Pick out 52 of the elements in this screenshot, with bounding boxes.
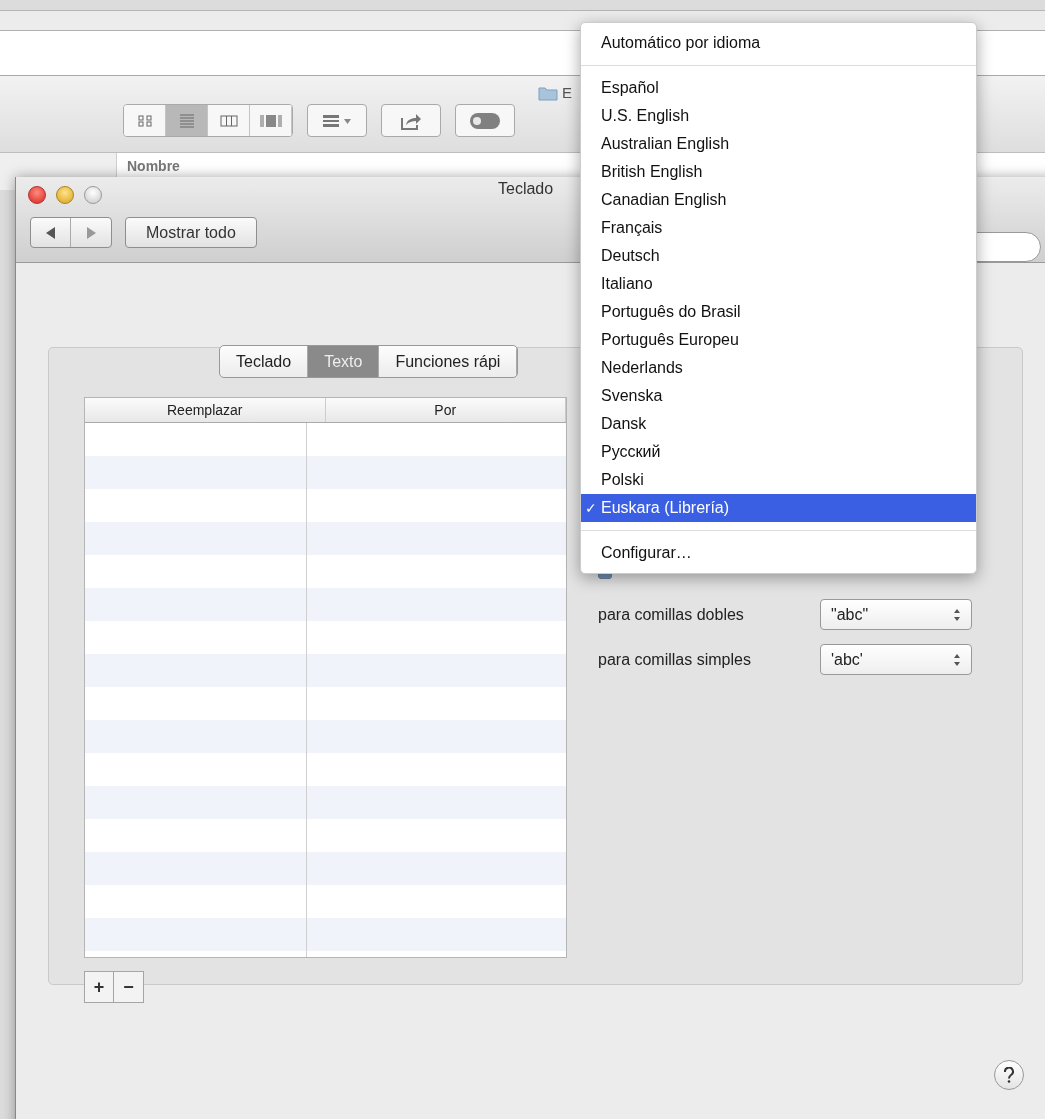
menu-item[interactable]: Português Europeu [581,326,976,354]
help-button[interactable] [994,1060,1024,1090]
quote-label: para comillas dobles [598,604,745,625]
window-title: E [562,83,572,103]
column-header[interactable]: Reemplazar [85,398,326,422]
left-arrow-icon [45,226,56,239]
arrange-icon [323,114,351,127]
share-icon [400,111,422,130]
right-arrow-icon [86,226,96,239]
share-button[interactable] [381,104,441,137]
view-mode-button[interactable] [166,105,208,136]
arrange-button[interactable] [307,104,367,137]
menu-item[interactable]: Italiano [581,270,976,298]
menu-item[interactable]: Svenska [581,382,976,410]
menu-item[interactable]: Dansk [581,410,976,438]
grid-icon [137,114,152,127]
remove-button[interactable]: − [114,972,143,1002]
menu-item[interactable]: Configurar… [581,539,976,567]
window-title: Teclado [498,179,554,199]
folder-icon [538,85,558,102]
menu-item[interactable]: British English [581,158,976,186]
minimize-icon[interactable] [56,186,74,204]
quote-popup[interactable]: "abc" [820,599,972,630]
menu-item[interactable]: Polski [581,466,976,494]
toggle-icon [470,112,500,129]
menu-item[interactable]: Nederlands [581,354,976,382]
view-mode-button[interactable] [124,105,166,136]
question-mark-icon [1004,1067,1014,1083]
quote-label: para comillas simples [598,649,752,670]
menu-item[interactable]: Australian English [581,130,976,158]
menu-item[interactable]: Canadian English [581,186,976,214]
tab[interactable]: Funciones rápi [379,346,518,377]
menu-item[interactable]: Automático por idioma [581,29,976,57]
add-button[interactable]: + [85,972,114,1002]
coverflow-icon [259,113,282,128]
menu-item[interactable]: Español [581,74,976,102]
stepper-icon [953,652,961,667]
menu-item[interactable]: Deutsch [581,242,976,270]
show-all-button[interactable]: Mostrar todo [125,217,257,248]
menu-item[interactable]: Français [581,214,976,242]
menu-item[interactable]: Português do Brasil [581,298,976,326]
menu-item[interactable]: Русский [581,438,976,466]
stepper-icon [953,607,961,622]
columns-icon [219,114,238,127]
tag-button[interactable] [455,104,515,137]
quote-popup[interactable]: 'abc' [820,644,972,675]
menu-item[interactable]: U.S. English [581,102,976,130]
zoom-icon[interactable] [84,186,102,204]
close-icon[interactable] [28,186,46,204]
column-header[interactable]: Por [325,398,566,422]
list-icon [178,113,195,128]
menu-item[interactable]: ✓ Euskara (Librería) [581,494,976,522]
